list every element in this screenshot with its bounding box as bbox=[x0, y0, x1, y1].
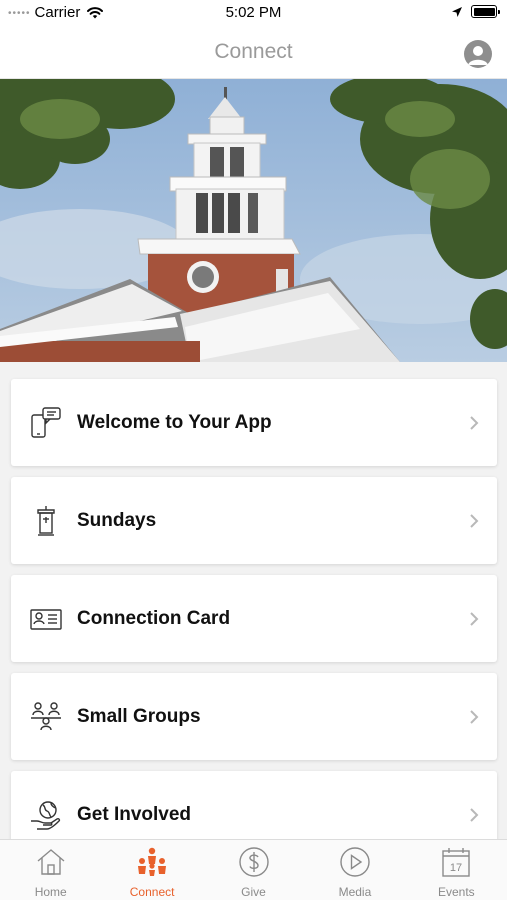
phone-chat-icon bbox=[31, 407, 61, 438]
user-avatar-icon bbox=[468, 46, 488, 65]
menu-item-welcome[interactable]: Welcome to Your App bbox=[11, 379, 497, 466]
tab-bar: Home Connect Give Media 17 Events bbox=[0, 839, 507, 900]
menu-item-small-groups[interactable]: Small Groups bbox=[11, 673, 497, 760]
menu-item-label: Welcome to Your App bbox=[77, 412, 272, 433]
menu-item-sundays[interactable]: Sundays bbox=[11, 477, 497, 564]
menu-item-label: Connection Card bbox=[77, 608, 231, 629]
connect-menu: Welcome to Your App Sundays Connection C… bbox=[11, 379, 497, 869]
menu-item-label: Small Groups bbox=[77, 706, 201, 727]
tab-label: Home bbox=[34, 885, 67, 899]
calendar-day: 17 bbox=[450, 862, 462, 874]
tab-give[interactable]: Give bbox=[203, 840, 304, 900]
chevron-right-icon bbox=[470, 808, 479, 822]
dollar-icon bbox=[238, 847, 269, 877]
menu-item-label: Sundays bbox=[77, 510, 157, 531]
menu-item-label: Get Involved bbox=[77, 804, 192, 825]
calendar-icon: 17 bbox=[442, 848, 471, 877]
battery-icon bbox=[471, 5, 500, 18]
chevron-right-icon bbox=[470, 416, 479, 430]
location-arrow-icon bbox=[452, 6, 462, 17]
status-time: 5:02 PM bbox=[225, 4, 282, 21]
church-steeple-photo bbox=[0, 79, 507, 362]
play-icon bbox=[340, 847, 370, 877]
profile-button[interactable] bbox=[464, 40, 492, 68]
tab-label: Events bbox=[437, 885, 475, 899]
hero-image bbox=[0, 79, 507, 362]
status-right bbox=[451, 5, 500, 18]
tab-label: Give bbox=[241, 885, 266, 899]
status-bar: ••••• Carrier 5:02 PM bbox=[0, 0, 507, 28]
tab-connect[interactable]: Connect bbox=[101, 840, 202, 900]
tab-media[interactable]: Media bbox=[304, 840, 405, 900]
tab-label: Media bbox=[338, 885, 372, 899]
chevron-right-icon bbox=[470, 514, 479, 528]
pulpit-icon bbox=[37, 506, 55, 536]
hand-globe-icon bbox=[31, 801, 61, 830]
tab-label: Connect bbox=[129, 885, 175, 899]
people-group-icon bbox=[31, 702, 61, 731]
home-icon bbox=[37, 849, 65, 875]
connect-people-icon bbox=[138, 847, 167, 876]
menu-item-connection-card[interactable]: Connection Card bbox=[11, 575, 497, 662]
chevron-right-icon bbox=[470, 612, 479, 626]
nav-bar: Connect bbox=[0, 28, 507, 79]
chevron-right-icon bbox=[470, 710, 479, 724]
tab-events[interactable]: 17 Events bbox=[406, 840, 507, 900]
page-title: Connect bbox=[214, 40, 293, 63]
id-card-icon bbox=[30, 609, 62, 630]
tab-home[interactable]: Home bbox=[0, 840, 101, 900]
